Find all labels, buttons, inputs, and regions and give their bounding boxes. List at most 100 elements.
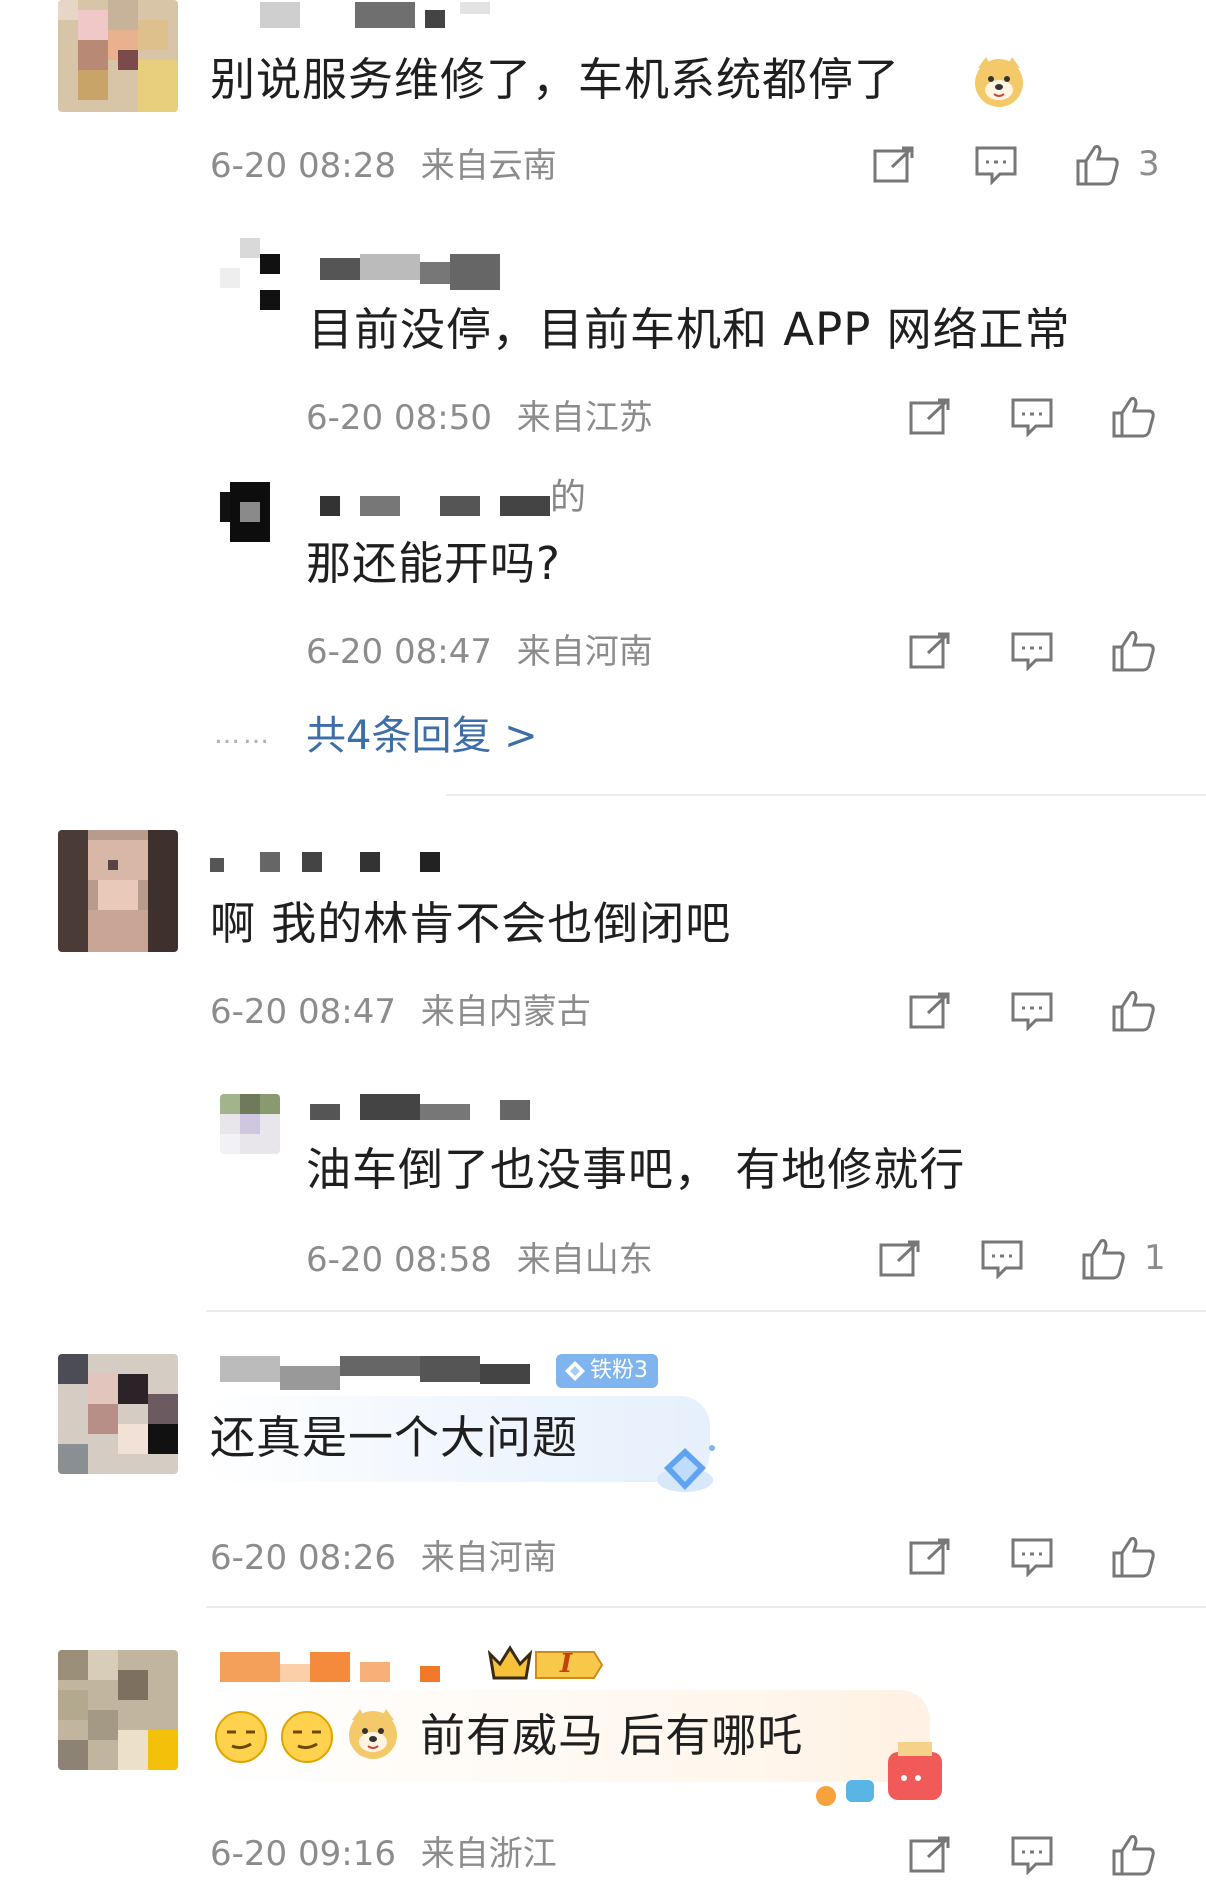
divider bbox=[206, 1310, 1206, 1312]
reply-meta: 6-20 08:50 来自江苏 bbox=[306, 398, 653, 438]
reply-time: 6-20 08:50 bbox=[306, 398, 492, 438]
comment-text: 啊 我的林肯不会也倒闭吧 bbox=[210, 896, 731, 952]
crown-icon bbox=[487, 1645, 604, 1680]
username-suffix: 的 bbox=[550, 477, 587, 518]
reply-location: 来自河南 bbox=[516, 632, 653, 672]
reply-button[interactable] bbox=[970, 140, 1022, 190]
avatar[interactable] bbox=[58, 830, 178, 952]
diamond-icon bbox=[565, 1361, 585, 1381]
comment-actions bbox=[904, 1532, 1164, 1582]
share-icon bbox=[909, 992, 950, 1029]
username-pixelated[interactable] bbox=[210, 852, 450, 878]
thumbs-up-icon bbox=[1112, 991, 1155, 1032]
more-replies-link[interactable]: 共4条回复 > bbox=[306, 712, 538, 760]
reply-meta: 6-20 08:47 来自河南 bbox=[306, 632, 653, 672]
fan-badge[interactable]: 铁粉3 bbox=[556, 1354, 658, 1388]
doge-emoji-icon bbox=[346, 1706, 400, 1760]
fan-badge-label: 铁粉3 bbox=[590, 1358, 648, 1383]
avatar[interactable] bbox=[220, 238, 280, 314]
comment-text-value: 啊 我的林肯不会也倒闭吧 bbox=[210, 897, 732, 950]
reply-button[interactable] bbox=[1006, 626, 1058, 676]
like-button[interactable] bbox=[1108, 1532, 1160, 1582]
comment-location: 来自浙江 bbox=[420, 1834, 557, 1874]
thumbs-up-icon bbox=[1112, 1537, 1155, 1578]
share-button[interactable] bbox=[904, 626, 956, 676]
share-icon bbox=[909, 1538, 950, 1575]
share-icon bbox=[909, 632, 950, 669]
share-button[interactable] bbox=[904, 1532, 956, 1582]
doge-emoji-icon bbox=[972, 54, 1026, 108]
thumbs-up-icon bbox=[1112, 631, 1155, 672]
username-pixelated[interactable] bbox=[220, 1652, 480, 1682]
username-pixelated[interactable] bbox=[260, 2, 510, 28]
comment-location: 来自内蒙古 bbox=[420, 992, 591, 1032]
reply-text: 目前没停，目前车机和 APP 网络正常 bbox=[308, 302, 1071, 358]
comment-meta: 6-20 08:47 来自内蒙古 bbox=[210, 992, 591, 1032]
avatar[interactable] bbox=[220, 1094, 280, 1154]
comment-text: 前有威马 后有哪吒 bbox=[420, 1708, 803, 1764]
comment-icon bbox=[1011, 632, 1053, 671]
avatar[interactable] bbox=[220, 472, 280, 552]
avatar[interactable] bbox=[58, 0, 178, 112]
share-button[interactable] bbox=[874, 1234, 926, 1284]
share-icon bbox=[873, 146, 914, 183]
username-pixelated[interactable] bbox=[310, 1094, 540, 1120]
thumbs-up-icon bbox=[1112, 1835, 1155, 1876]
thumbs-up-icon bbox=[1112, 397, 1155, 438]
avatar[interactable] bbox=[58, 1650, 178, 1770]
reply-text: 那还能开吗? bbox=[306, 536, 561, 592]
toaster-sticker-icon bbox=[806, 1734, 946, 1806]
vip-level-label: I bbox=[560, 1649, 573, 1679]
username-pixelated[interactable]: 的 bbox=[310, 478, 590, 518]
comment-location: 来自云南 bbox=[420, 146, 557, 186]
thumbs-up-icon bbox=[1082, 1239, 1125, 1280]
reply-button[interactable] bbox=[976, 1234, 1028, 1284]
comment-icon bbox=[981, 1240, 1023, 1279]
reply-button[interactable] bbox=[1006, 1830, 1058, 1880]
comment-icon bbox=[1011, 398, 1053, 437]
comment-actions: 3 bbox=[868, 140, 1188, 190]
comment-actions bbox=[904, 986, 1164, 1036]
reply-button[interactable] bbox=[1006, 1532, 1058, 1582]
like-button[interactable] bbox=[1108, 986, 1160, 1036]
like-count: 3 bbox=[1138, 144, 1160, 184]
comment-time: 6-20 09:16 bbox=[210, 1834, 396, 1874]
username-pixelated[interactable] bbox=[220, 1356, 540, 1390]
username-pixelated[interactable] bbox=[310, 254, 510, 290]
share-icon bbox=[909, 398, 950, 435]
share-button[interactable] bbox=[868, 140, 920, 190]
comment-list: 别说服务维修了，车机系统都停了 6-20 08:28 来自云南 3 目前没停，目… bbox=[0, 0, 1206, 1892]
comment-text-value: 别说服务维修了，车机系统都停了 bbox=[210, 53, 901, 106]
like-button[interactable] bbox=[1072, 140, 1124, 190]
comment-time: 6-20 08:26 bbox=[210, 1538, 396, 1578]
share-button[interactable] bbox=[904, 1830, 956, 1880]
like-button[interactable] bbox=[1078, 1234, 1130, 1284]
thumbs-up-icon bbox=[1076, 145, 1119, 186]
comment-icon bbox=[975, 146, 1017, 185]
reply-text-value: 油车倒了也没事吧， 有地修就行 bbox=[306, 1143, 966, 1196]
comment-time: 6-20 08:47 bbox=[210, 992, 396, 1032]
like-button[interactable] bbox=[1108, 1830, 1160, 1880]
reply-button[interactable] bbox=[1006, 986, 1058, 1036]
share-icon bbox=[909, 1836, 950, 1873]
like-button[interactable] bbox=[1108, 392, 1160, 442]
reply-location: 来自山东 bbox=[516, 1240, 653, 1280]
comment-text: 还真是一个大问题 bbox=[210, 1410, 578, 1466]
vip-crown-badge[interactable]: I bbox=[487, 1644, 604, 1686]
comment-location: 来自河南 bbox=[420, 1538, 557, 1578]
comment-text-value: 前有威马 后有哪吒 bbox=[420, 1709, 804, 1762]
comment-text-value: 还真是一个大问题 bbox=[210, 1411, 579, 1464]
like-button[interactable] bbox=[1108, 626, 1160, 676]
divider bbox=[206, 1606, 1206, 1608]
reply-text: 油车倒了也没事吧， 有地修就行 bbox=[306, 1142, 965, 1198]
comment-meta: 6-20 09:16 来自浙江 bbox=[210, 1834, 557, 1874]
like-count: 1 bbox=[1144, 1238, 1166, 1278]
avatar[interactable] bbox=[58, 1354, 178, 1474]
comment-meta: 6-20 08:26 来自河南 bbox=[210, 1538, 557, 1578]
share-button[interactable] bbox=[904, 392, 956, 442]
share-button[interactable] bbox=[904, 986, 956, 1036]
reply-time: 6-20 08:47 bbox=[306, 632, 492, 672]
reply-button[interactable] bbox=[1006, 392, 1058, 442]
reply-text-value: 那还能开吗? bbox=[306, 537, 561, 590]
reply-text-value: 目前没停，目前车机和 APP 网络正常 bbox=[308, 303, 1071, 356]
